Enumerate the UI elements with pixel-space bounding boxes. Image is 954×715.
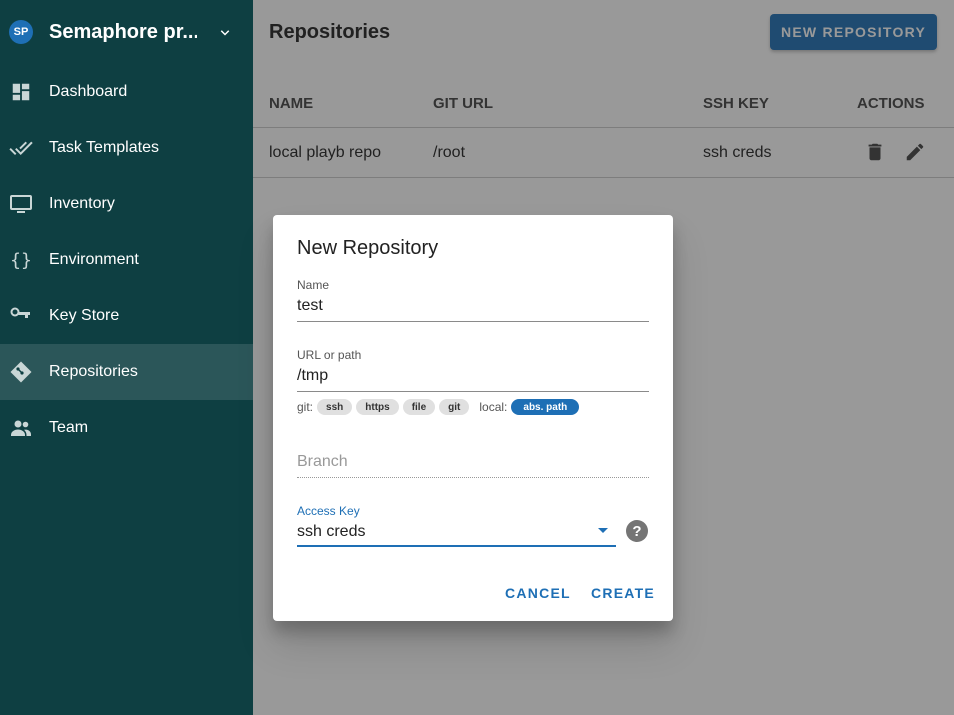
- cancel-button[interactable]: CANCEL: [505, 585, 571, 601]
- sidebar-item-environment[interactable]: {} Environment: [0, 232, 253, 288]
- chip-abs-path[interactable]: abs. path: [511, 399, 580, 415]
- project-avatar: SP: [9, 20, 33, 44]
- new-repository-dialog: New Repository Name test URL or path /tm…: [273, 215, 673, 621]
- sidebar-item-label: Team: [49, 419, 89, 436]
- url-type-hints: git: ssh https file git local: abs. path: [297, 399, 583, 415]
- dashboard-icon: [9, 80, 33, 104]
- sidebar-item-team[interactable]: Team: [0, 400, 253, 456]
- name-field-underline: [297, 321, 649, 322]
- dropdown-arrow-icon[interactable]: [598, 528, 608, 533]
- create-button[interactable]: CREATE: [591, 585, 655, 601]
- sidebar-item-label: Environment: [49, 251, 139, 268]
- local-prefix-label: local:: [479, 400, 508, 414]
- sidebar-item-dashboard[interactable]: Dashboard: [0, 64, 253, 120]
- name-field-label: Name: [297, 278, 330, 292]
- dialog-title: New Repository: [297, 237, 439, 259]
- git-prefix-label: git:: [297, 400, 314, 414]
- done-all-icon: [9, 136, 33, 160]
- monitor-icon: [9, 192, 33, 216]
- sidebar-item-label: Repositories: [49, 363, 138, 380]
- url-field-label: URL or path: [297, 348, 362, 362]
- branch-field[interactable]: Branch: [297, 453, 348, 471]
- sidebar: SP Semaphore pr... Dashboard Task Templa…: [0, 0, 253, 715]
- chip-git[interactable]: git: [439, 399, 470, 415]
- chevron-down-icon: [220, 30, 230, 36]
- chip-ssh[interactable]: ssh: [317, 399, 353, 415]
- project-selector[interactable]: SP Semaphore pr...: [0, 0, 253, 64]
- sidebar-item-label: Dashboard: [49, 83, 128, 100]
- sidebar-item-task-templates[interactable]: Task Templates: [0, 120, 253, 176]
- url-field[interactable]: /tmp: [297, 367, 328, 385]
- key-icon: [9, 304, 33, 328]
- name-field[interactable]: test: [297, 297, 323, 315]
- sidebar-item-label: Key Store: [49, 307, 120, 324]
- access-key-select[interactable]: ssh creds: [297, 523, 365, 541]
- sidebar-item-repositories[interactable]: Repositories: [0, 344, 253, 400]
- branch-field-underline: [297, 477, 649, 478]
- url-field-underline: [297, 391, 649, 392]
- sidebar-item-inventory[interactable]: Inventory: [0, 176, 253, 232]
- access-key-underline: [297, 545, 616, 547]
- braces-icon: {}: [10, 249, 32, 271]
- git-icon: [9, 360, 33, 384]
- help-icon[interactable]: ?: [626, 520, 648, 542]
- project-name: Semaphore pr...: [49, 20, 197, 43]
- people-icon: [9, 416, 33, 440]
- access-key-label: Access Key: [297, 504, 360, 518]
- sidebar-item-label: Task Templates: [49, 139, 159, 156]
- chip-file[interactable]: file: [402, 399, 436, 415]
- chip-https[interactable]: https: [356, 399, 399, 415]
- sidebar-item-label: Inventory: [49, 195, 115, 212]
- sidebar-item-key-store[interactable]: Key Store: [0, 288, 253, 344]
